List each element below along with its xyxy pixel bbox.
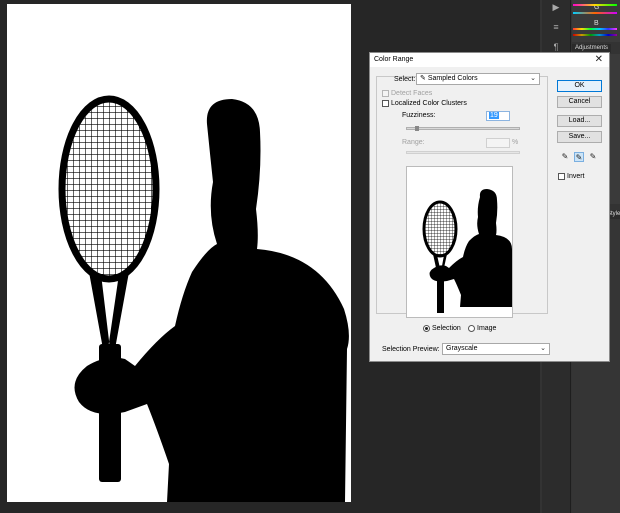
range-slider[interactable] xyxy=(406,151,520,154)
cancel-button[interactable]: Cancel xyxy=(557,96,602,108)
swatch-strip[interactable] xyxy=(573,34,617,36)
range-label: Range: xyxy=(402,139,425,146)
localized-clusters-checkbox[interactable] xyxy=(382,100,389,107)
selection-radio-label: Selection xyxy=(432,325,461,332)
range-field[interactable] xyxy=(486,138,510,148)
localized-clusters-label: Localized Color Clusters xyxy=(391,100,467,107)
selection-preview-image xyxy=(406,166,513,318)
load-button[interactable]: Load... xyxy=(557,115,602,127)
swatch-strip[interactable] xyxy=(573,4,617,6)
actions-icon[interactable]: ≡ xyxy=(549,22,563,32)
swatch-strip[interactable] xyxy=(573,12,617,14)
chevron-down-icon: ⌄ xyxy=(530,75,536,82)
chevron-down-icon: ⌄ xyxy=(540,345,546,352)
eyedropper-icon[interactable]: ✎ xyxy=(560,152,570,162)
paragraph-icon[interactable]: ¶ xyxy=(549,42,563,52)
fuzziness-label: Fuzziness: xyxy=(402,112,436,119)
history-icon[interactable]: ▶ xyxy=(549,2,563,12)
fuzziness-field[interactable]: 19 xyxy=(486,111,510,121)
detect-faces-checkbox[interactable] xyxy=(382,90,389,97)
eyedropper-plus-icon[interactable]: ✎ xyxy=(574,152,584,162)
eyedropper-icon: ✎ xyxy=(420,75,426,82)
range-unit: % xyxy=(512,139,519,146)
ok-button[interactable]: OK xyxy=(557,80,602,92)
image-radio[interactable] xyxy=(468,325,475,332)
image-radio-label: Image xyxy=(477,325,497,332)
silhouette-image xyxy=(58,95,349,502)
select-label: Select: xyxy=(394,76,416,83)
selection-preview-label: Selection Preview: xyxy=(382,346,440,353)
document-canvas[interactable] xyxy=(7,4,351,502)
invert-label: Invert xyxy=(567,173,585,180)
color-range-dialog: Color Range ✕ Select: ✎ Sampled Colors ⌄… xyxy=(369,52,610,362)
fuzziness-slider-thumb[interactable] xyxy=(415,126,419,131)
select-dropdown[interactable]: ✎ Sampled Colors ⌄ xyxy=(416,73,540,85)
selection-radio[interactable] xyxy=(423,325,430,332)
color-label-b: B xyxy=(594,20,599,27)
selection-preview-dropdown[interactable]: Grayscale ⌄ xyxy=(442,343,550,355)
dialog-title-bar[interactable]: Color Range ✕ xyxy=(370,53,609,67)
dialog-title: Color Range xyxy=(374,56,414,63)
fuzziness-slider[interactable] xyxy=(406,127,520,130)
invert-checkbox[interactable] xyxy=(558,173,565,180)
save-button[interactable]: Save... xyxy=(557,131,602,143)
swatch-strip[interactable] xyxy=(573,28,617,30)
detect-faces-label: Detect Faces xyxy=(391,90,433,97)
close-icon[interactable]: ✕ xyxy=(595,54,603,66)
eyedropper-minus-icon[interactable]: ✎ xyxy=(588,152,598,162)
